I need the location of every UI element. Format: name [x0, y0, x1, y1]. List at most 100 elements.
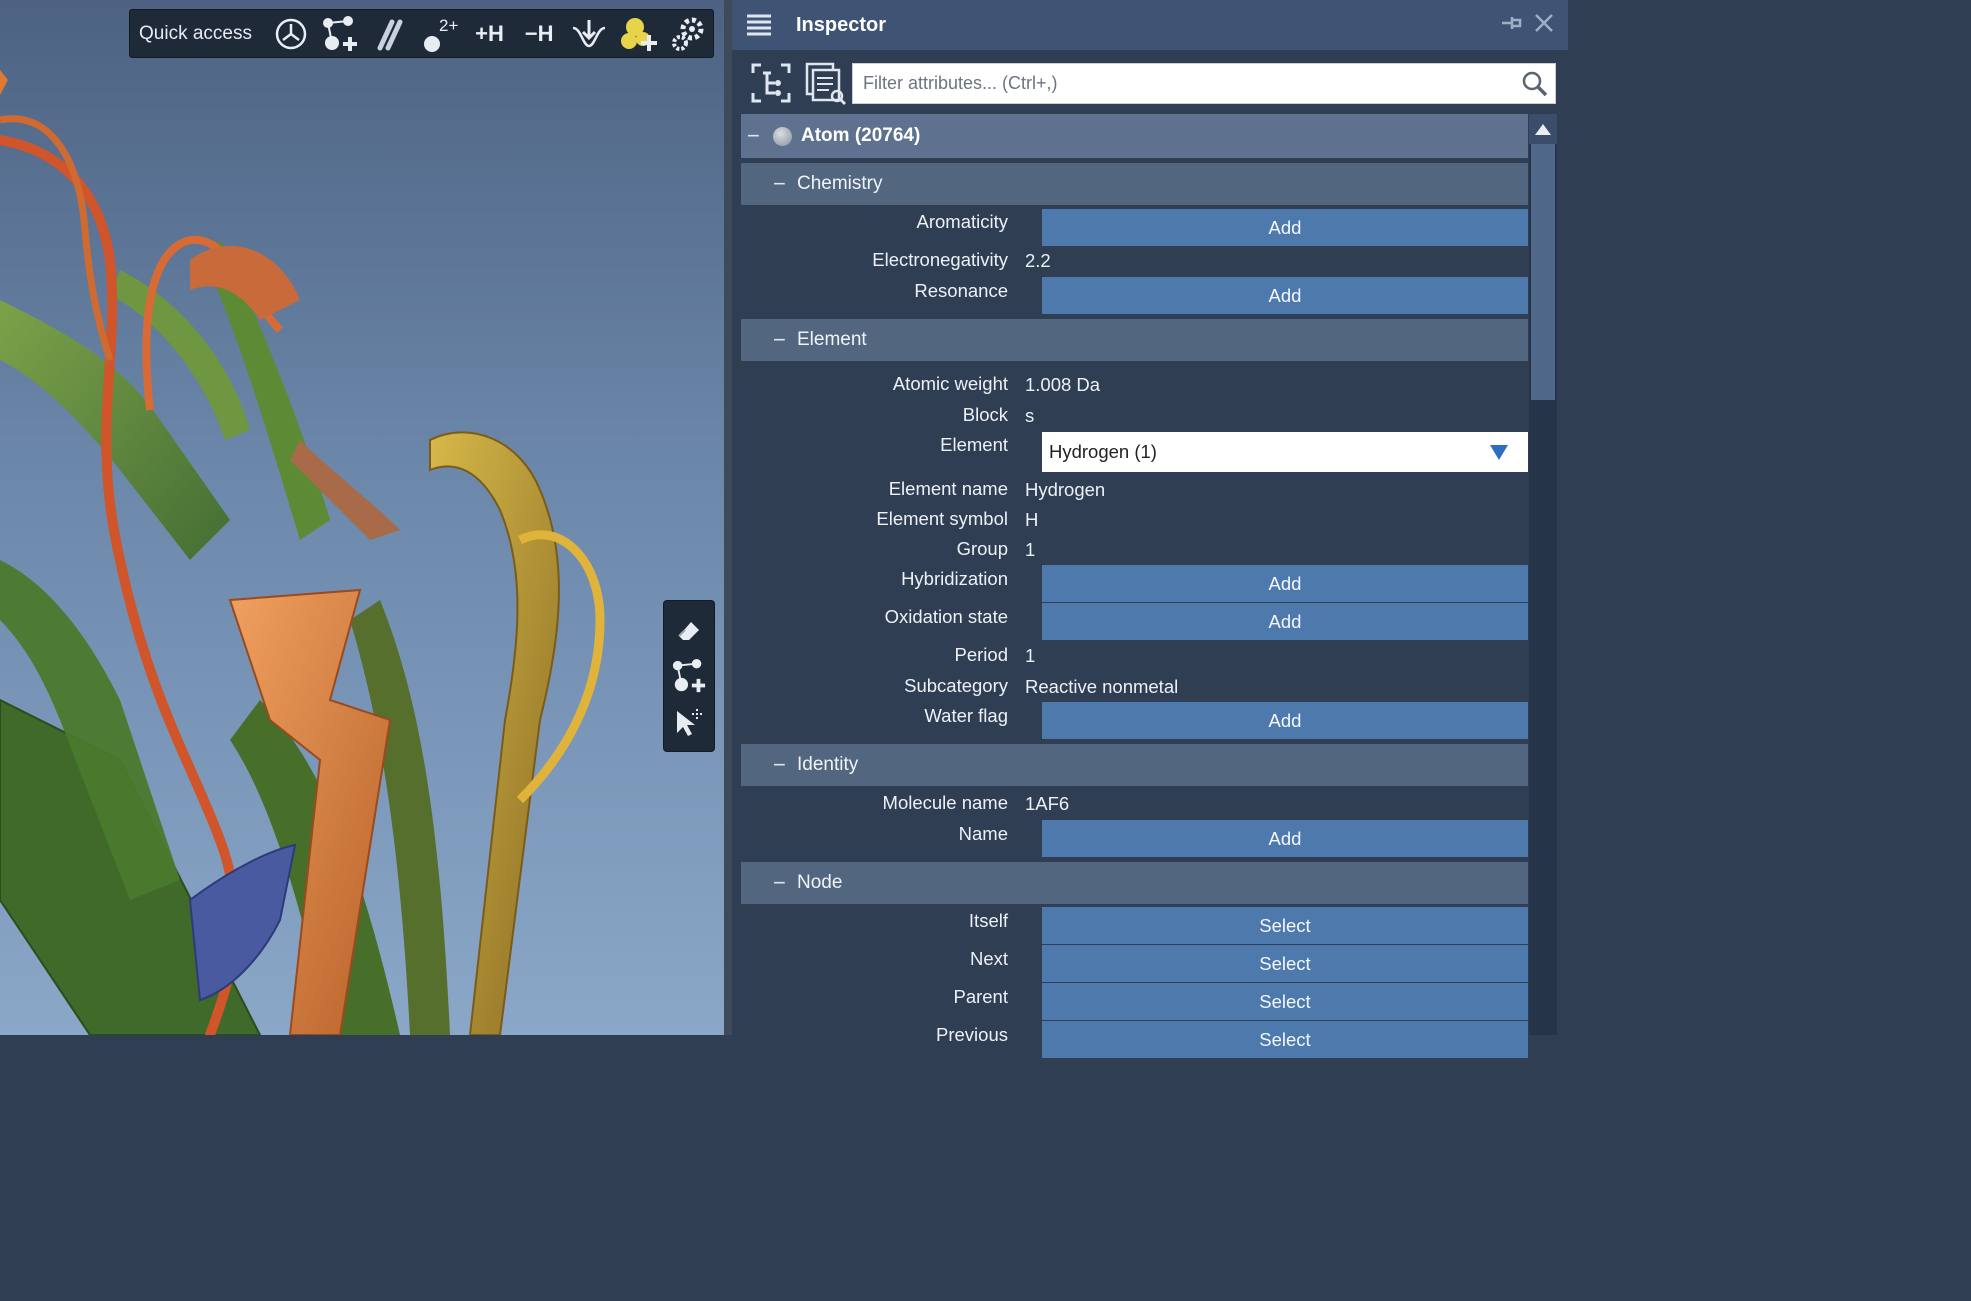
prop-molecule-name: Molecule name 1AF6 — [741, 789, 1528, 820]
add-button[interactable]: Add — [1042, 209, 1528, 246]
prop-name: Block — [962, 404, 1008, 425]
inspector-panel: Inspector − Atom (20764) − Chemistry — [732, 0, 1568, 1058]
charge-icon[interactable]: 2+ — [415, 12, 465, 56]
add-button[interactable]: Add — [1042, 603, 1528, 640]
prop-value: 2.2 — [1025, 250, 1051, 271]
select-button[interactable]: Select — [1042, 907, 1528, 944]
prop-element: Element Hydrogen (1) — [741, 431, 1528, 473]
prop-name: Atomic weight — [892, 373, 1008, 394]
prop-name-attr: Name Add — [741, 820, 1528, 858]
add-molecule-icon[interactable] — [316, 12, 366, 56]
prop-name: Parent — [953, 986, 1008, 1007]
prop-name: Resonance — [914, 280, 1008, 301]
prop-value: 1AF6 — [1025, 793, 1070, 814]
side-toolbar — [663, 600, 715, 752]
add-hydrogens-icon[interactable]: +H — [465, 12, 515, 56]
add-atom-icon[interactable] — [614, 12, 664, 56]
settings-icon[interactable] — [663, 12, 713, 56]
select-button[interactable]: Select — [1042, 1021, 1528, 1058]
add-molecule-icon[interactable] — [666, 653, 712, 699]
multi-document-icon[interactable] — [801, 58, 851, 108]
prop-name: Group — [956, 538, 1008, 559]
prop-name: Itself — [968, 910, 1008, 931]
add-button[interactable]: Add — [1042, 565, 1528, 602]
prop-element-symbol: Element symbol H — [741, 505, 1528, 535]
prop-name: Element symbol — [876, 508, 1008, 529]
category-node[interactable]: − Node — [741, 862, 1528, 904]
recenter-icon[interactable] — [266, 12, 316, 56]
prop-name: Aromaticity — [916, 211, 1009, 232]
prop-value: 1.008 Da — [1025, 374, 1101, 395]
prop-hybridization: Hybridization Add — [741, 565, 1528, 603]
remove-hydrogens-icon[interactable]: −H — [514, 12, 564, 56]
prop-name: Name — [958, 823, 1008, 844]
prop-oxidation-state: Oxidation state Add — [741, 603, 1528, 641]
prop-parent: Parent Select — [741, 983, 1528, 1021]
prop-name: Water flag — [924, 705, 1008, 726]
select-button[interactable]: Select — [1042, 945, 1528, 982]
hierarchy-view-icon[interactable] — [746, 58, 796, 108]
quick-access-toolbar: Quick access 2+ +H −H — [129, 9, 714, 58]
prop-previous: Previous Select — [741, 1021, 1528, 1059]
prop-name: Element — [940, 434, 1008, 455]
inspector-header: Inspector — [732, 0, 1568, 50]
filter-attributes-field[interactable] — [852, 63, 1556, 104]
category-identity[interactable]: − Identity — [741, 744, 1528, 786]
collapse-icon[interactable]: − — [773, 327, 797, 353]
prop-aromaticity: Aromaticity Add — [741, 208, 1528, 246]
attribute-tree: − Atom (20764) − Chemistry Aromaticity A… — [741, 114, 1528, 1059]
prop-resonance: Resonance Add — [741, 277, 1528, 315]
add-button[interactable]: Add — [1042, 277, 1528, 314]
prop-value: Hydrogen — [1025, 479, 1106, 500]
add-button[interactable]: Add — [1042, 820, 1528, 857]
prop-name: Next — [969, 948, 1008, 969]
filter-attributes-input[interactable] — [853, 64, 1515, 103]
element-dropdown[interactable]: Hydrogen (1) — [1042, 432, 1528, 472]
collapse-icon[interactable]: − — [773, 171, 797, 197]
select-cursor-icon[interactable] — [666, 699, 712, 745]
prop-value: 1 — [1025, 539, 1036, 560]
prop-period: Period 1 — [741, 641, 1528, 672]
category-chemistry[interactable]: − Chemistry — [741, 163, 1528, 205]
pin-icon[interactable] — [1498, 10, 1524, 41]
dropdown-arrow-icon[interactable] — [1490, 445, 1508, 460]
prop-value: s — [1025, 405, 1035, 426]
prop-name: Previous — [936, 1024, 1008, 1045]
inspector-toolbar — [746, 56, 1558, 108]
prop-name: Hybridization — [901, 568, 1008, 589]
hamburger-menu-icon[interactable] — [736, 0, 782, 50]
quick-access-label: Quick access — [139, 22, 252, 44]
close-icon[interactable] — [1532, 10, 1556, 41]
panel-splitter[interactable] — [724, 0, 732, 1035]
add-button[interactable]: Add — [1042, 702, 1528, 739]
protein-ribbon-scene — [0, 70, 605, 1035]
category-label: Element — [797, 329, 867, 350]
prop-subcategory: Subcategory Reactive nonmetal — [741, 672, 1528, 702]
prop-electronegativity: Electronegativity 2.2 — [741, 246, 1528, 277]
prop-atomic-weight: Atomic weight 1.008 Da — [741, 370, 1528, 401]
category-element[interactable]: − Element — [741, 319, 1528, 361]
bond-icon[interactable] — [365, 12, 415, 56]
prop-name: Subcategory — [904, 675, 1008, 696]
collapse-icon[interactable]: − — [773, 870, 797, 896]
minimize-icon[interactable] — [564, 12, 614, 56]
atom-node-row[interactable]: − Atom (20764) — [741, 114, 1528, 159]
prop-itself: Itself Select — [741, 907, 1528, 945]
prop-value: Reactive nonmetal — [1025, 676, 1179, 697]
prop-value: H — [1025, 509, 1039, 530]
select-button[interactable]: Select — [1042, 983, 1528, 1020]
category-label: Identity — [797, 754, 859, 775]
inspector-scrollbar[interactable] — [1529, 114, 1557, 1035]
atom-sphere-icon — [773, 126, 792, 146]
search-icon[interactable] — [1515, 70, 1555, 98]
inspector-title: Inspector — [796, 13, 887, 36]
collapse-icon[interactable]: − — [773, 752, 797, 778]
scrollbar-thumb[interactable] — [1531, 144, 1555, 400]
prop-name: Oxidation state — [884, 606, 1008, 627]
prop-block: Block s — [741, 401, 1528, 431]
eraser-icon[interactable] — [666, 607, 712, 653]
viewport-3d[interactable]: Quick access 2+ +H −H — [0, 0, 724, 1035]
scroll-up-arrow-icon[interactable] — [1529, 114, 1557, 144]
collapse-icon[interactable]: − — [747, 123, 767, 149]
prop-element-name: Element name Hydrogen — [741, 475, 1528, 505]
